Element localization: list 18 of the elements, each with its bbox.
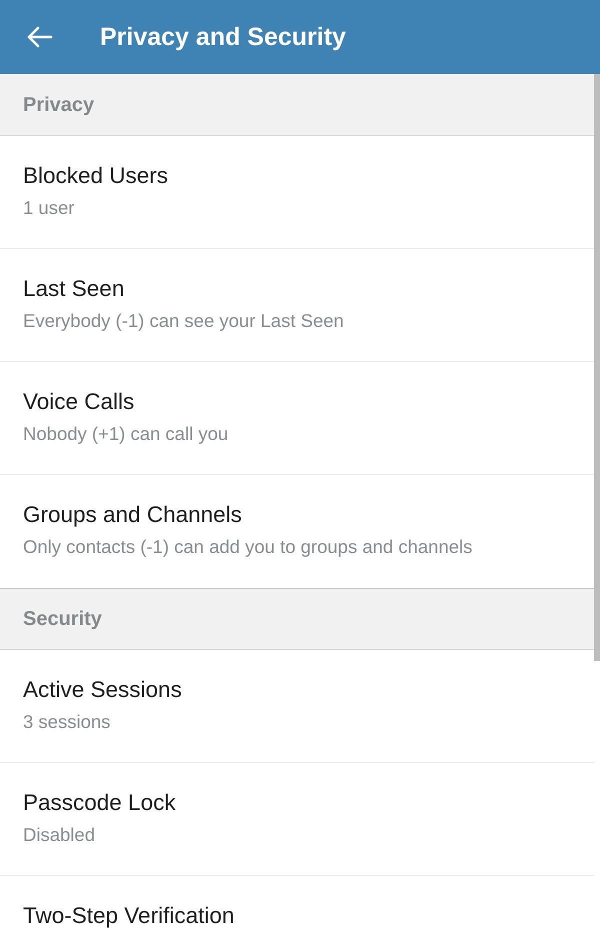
- row-title: Groups and Channels: [23, 501, 242, 529]
- row-subtitle: 3 sessions: [23, 710, 110, 733]
- section-label: Security: [23, 607, 102, 631]
- row-title: Active Sessions: [23, 676, 182, 704]
- screen-title: Privacy and Security: [100, 22, 346, 53]
- row-subtitle: Everybody (-1) can see your Last Seen: [23, 309, 344, 332]
- back-arrow-icon: [27, 26, 53, 48]
- scrollbar-thumb[interactable]: [594, 74, 600, 661]
- section-label: Privacy: [23, 92, 94, 116]
- row-title: Two-Step Verification: [23, 902, 234, 930]
- row-subtitle: Nobody (+1) can call you: [23, 422, 228, 445]
- row-title: Passcode Lock: [23, 789, 176, 817]
- row-subtitle: 1 user: [23, 196, 74, 219]
- row-subtitle: Disabled: [23, 823, 95, 846]
- row-title: Voice Calls: [23, 388, 134, 416]
- row-title: Last Seen: [23, 275, 124, 303]
- row-title: Blocked Users: [23, 162, 168, 190]
- row-subtitle: Only contacts (-1) can add you to groups and channels: [23, 535, 472, 558]
